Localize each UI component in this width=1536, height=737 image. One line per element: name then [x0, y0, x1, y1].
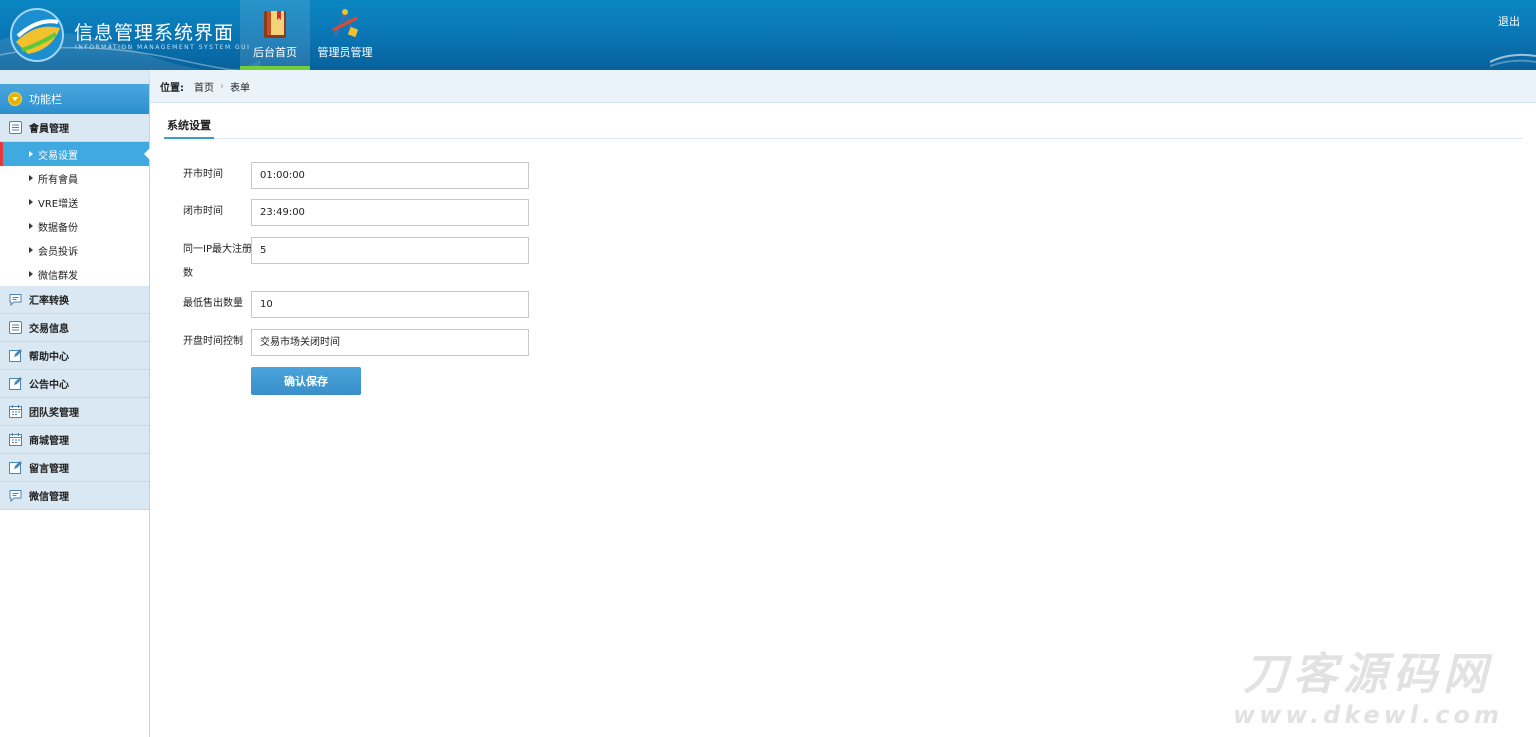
sidebar-group-label: 商城管理 — [29, 436, 69, 447]
app-title: 信息管理系统界面 — [74, 22, 235, 44]
caret-right-icon — [29, 247, 33, 253]
sidebar-group-announcements[interactable]: 公告中心 — [0, 370, 149, 398]
caret-right-icon — [29, 223, 33, 229]
save-button[interactable]: 确认保存 — [251, 367, 361, 395]
nav-admin-label: 管理员管理 — [317, 46, 373, 59]
min-sell-input[interactable]: 10 — [251, 291, 529, 318]
breadcrumb-label: 位置: — [160, 82, 184, 94]
sidebar-item-label: VRE增送 — [38, 198, 79, 210]
sidebar-group-label: 會員管理 — [29, 124, 69, 135]
close-time-label: 闭市时间 — [183, 206, 223, 217]
calendar-icon — [9, 433, 22, 446]
sidebar-group-label: 帮助中心 — [29, 352, 69, 363]
list-icon — [9, 121, 22, 134]
sidebar-submenu: 交易设置 所有會員 VRE增送 数据备份 会员投诉 微信群发 — [0, 142, 150, 286]
chat-icon — [9, 294, 22, 306]
collapse-icon[interactable] — [8, 92, 22, 106]
nav-home[interactable]: 后台首页 — [240, 0, 310, 70]
sidebar: 功能栏 會員管理 交易设置 所有會員 VRE增送 数据备份 会员投诉 微信群发 … — [0, 70, 150, 737]
sidebar-item-trade-settings[interactable]: 交易设置 — [0, 142, 150, 166]
sidebar-group-label: 汇率转换 — [29, 296, 69, 307]
list-icon — [9, 321, 22, 334]
sidebar-item-data-backup[interactable]: 数据备份 — [0, 214, 149, 238]
app-subtitle: INFORMATION MANAGEMENT SYSTEM GUI — [75, 44, 251, 51]
sidebar-item-label: 交易设置 — [38, 150, 78, 162]
caret-right-icon — [29, 199, 33, 205]
sidebar-item-label: 数据备份 — [38, 222, 78, 234]
tools-icon — [332, 8, 359, 38]
nav-home-label: 后台首页 — [253, 46, 297, 59]
tab-system-settings[interactable]: 系统设置 — [164, 115, 214, 139]
sidebar-item-label: 微信群发 — [38, 270, 78, 282]
sidebar-group-members[interactable]: 會員管理 — [0, 114, 149, 142]
market-control-label: 开盘时间控制 — [183, 336, 243, 347]
sidebar-group-label: 交易信息 — [29, 324, 69, 335]
breadcrumb: 位置: 首页 › 表单 — [150, 70, 1536, 103]
main-content: 位置: 首页 › 表单 系统设置 开市时间 01:00:00 闭市时间 23:4… — [150, 70, 1536, 737]
max-registrations-label-cont: 数 — [183, 268, 193, 279]
nav-admin[interactable]: 管理员管理 — [310, 0, 380, 70]
edit-icon — [9, 377, 22, 390]
sidebar-group-help-center[interactable]: 帮助中心 — [0, 342, 149, 370]
top-nav: 后台首页 管理员管理 — [240, 0, 380, 70]
sidebar-group-mall[interactable]: 商城管理 — [0, 426, 149, 454]
watermark: 刀客源码网 www.dkewl.com — [1218, 650, 1518, 736]
sidebar-item-wechat-broadcast[interactable]: 微信群发 — [0, 262, 149, 286]
header-corner-decoration — [1490, 53, 1536, 67]
watermark-title: 刀客源码网 — [1243, 649, 1493, 700]
sidebar-item-all-members[interactable]: 所有會員 — [0, 166, 149, 190]
open-time-label: 开市时间 — [183, 169, 223, 180]
sidebar-group-team-bonus[interactable]: 团队奖管理 — [0, 398, 149, 426]
caret-right-icon — [29, 151, 33, 157]
sidebar-group-label: 留言管理 — [29, 464, 69, 475]
sidebar-title-label: 功能栏 — [29, 93, 62, 106]
sidebar-group-label: 团队奖管理 — [29, 408, 79, 419]
caret-right-icon — [29, 175, 33, 181]
sidebar-group-trade-info[interactable]: 交易信息 — [0, 314, 149, 342]
breadcrumb-home[interactable]: 首页 — [194, 79, 214, 94]
watermark-url: www.dkewl.com — [1233, 701, 1503, 729]
sidebar-group-exchange-rate[interactable]: 汇率转换 — [0, 286, 149, 314]
max-registrations-input[interactable]: 5 — [251, 237, 529, 264]
sidebar-title: 功能栏 — [0, 84, 149, 114]
edit-icon — [9, 349, 22, 362]
min-sell-label: 最低售出数量 — [183, 298, 243, 309]
logout-link[interactable]: 退出 — [1498, 13, 1520, 29]
sidebar-item-label: 所有會員 — [38, 174, 78, 186]
breadcrumb-current: 表单 — [230, 82, 250, 94]
top-header: 信息管理系统界面 INFORMATION MANAGEMENT SYSTEM G… — [0, 0, 1536, 70]
sidebar-item-vre-gift[interactable]: VRE增送 — [0, 190, 149, 214]
section-header: 系统设置 — [164, 115, 1522, 139]
sidebar-group-label: 微信管理 — [29, 492, 69, 503]
caret-right-icon — [29, 271, 33, 277]
book-icon — [264, 11, 286, 38]
sidebar-group-label: 公告中心 — [29, 380, 69, 391]
chat-icon — [9, 490, 22, 502]
breadcrumb-separator: › — [220, 80, 224, 92]
calendar-icon — [9, 405, 22, 418]
market-control-input[interactable]: 交易市场关闭时间 — [251, 329, 529, 356]
open-time-input[interactable]: 01:00:00 — [251, 162, 529, 189]
sidebar-group-wechat[interactable]: 微信管理 — [0, 482, 149, 510]
sidebar-group-messages[interactable]: 留言管理 — [0, 454, 149, 482]
close-time-input[interactable]: 23:49:00 — [251, 199, 529, 226]
app-logo-icon — [10, 8, 64, 62]
edit-icon — [9, 461, 22, 474]
sidebar-item-label: 会员投诉 — [38, 246, 78, 258]
sidebar-item-member-complaints[interactable]: 会员投诉 — [0, 238, 149, 262]
